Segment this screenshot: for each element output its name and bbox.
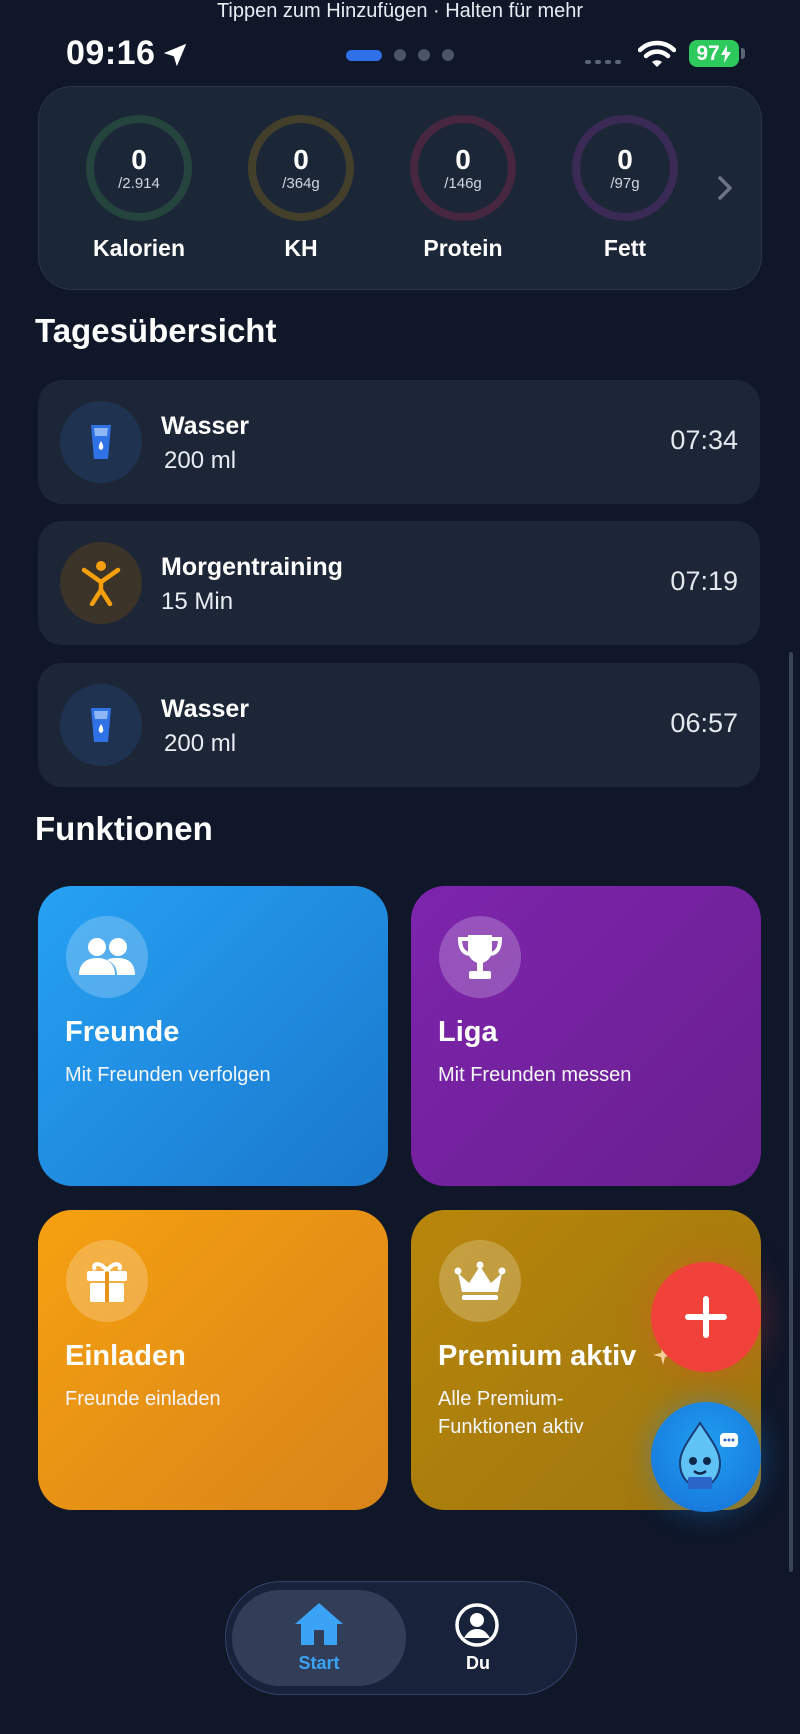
protein-ring: 0 /146g	[410, 115, 516, 221]
tile-title: Premium aktiv	[438, 1340, 637, 1372]
water-drop-mascot-icon	[678, 1421, 738, 1489]
tab-label: Du	[466, 1653, 490, 1673]
plus-icon	[685, 1296, 727, 1338]
entry-title: Wasser	[161, 695, 250, 723]
tile-subtitle: Mit Freunden messen	[438, 1064, 632, 1086]
battery-tip	[741, 48, 745, 59]
water-glass-icon	[60, 684, 142, 766]
hint-text: Tippen zum Hinzufügen · Halten für mehr	[216, 0, 584, 22]
charging-bolt-icon	[720, 44, 731, 63]
tile-subtitle: Alle Premium- Funktionen aktiv	[438, 1385, 584, 1441]
entry-subtitle: 200 ml	[164, 447, 237, 474]
person-exercise-icon	[60, 542, 142, 624]
trophy-icon	[439, 916, 521, 998]
tile-title: Einladen	[65, 1340, 186, 1372]
tile-subtitle-line: Funktionen aktiv	[438, 1416, 584, 1438]
fat-goal: /97g	[610, 174, 640, 192]
entry-title: Wasser	[161, 412, 250, 440]
tile-subtitle: Mit Freunden verfolgen	[65, 1064, 271, 1086]
invite-tile[interactable]: Einladen Freunde einladen	[38, 1210, 388, 1510]
overview-entry[interactable]: Wasser 200 ml 06:57	[38, 663, 760, 787]
friends-icon	[66, 916, 148, 998]
entry-title: Morgentraining	[161, 553, 343, 581]
carbs-label: KH	[284, 235, 318, 261]
scrollbar[interactable]	[789, 652, 793, 1572]
calories-ring: 0 /2.914	[86, 115, 192, 221]
overview-entry[interactable]: Wasser 200 ml 07:34	[38, 380, 760, 504]
tab-du[interactable]: Du	[406, 1590, 550, 1686]
page-dot-active	[346, 49, 382, 61]
calories-goal: /2.914	[118, 174, 160, 192]
fat-label: Fett	[603, 235, 647, 261]
battery-indicator: 97	[689, 40, 739, 67]
tile-title: Liga	[438, 1016, 498, 1048]
location-arrow-icon	[163, 43, 187, 67]
profile-icon	[455, 1603, 499, 1647]
calories-value: 0	[131, 143, 147, 175]
entry-time: 06:57	[670, 708, 738, 738]
tile-subtitle: Freunde einladen	[65, 1388, 221, 1410]
assistant-button[interactable]	[651, 1402, 761, 1512]
tile-title: Freunde	[65, 1016, 180, 1048]
page-dot	[442, 49, 454, 61]
crown-icon	[439, 1240, 521, 1322]
home-icon	[295, 1603, 343, 1645]
protein-goal: /146g	[444, 174, 482, 192]
friends-tile[interactable]: Freunde Mit Freunden verfolgen	[38, 886, 388, 1186]
page-indicator[interactable]	[346, 49, 454, 61]
add-entry-button[interactable]	[651, 1262, 761, 1372]
cellular-signal-icon	[585, 60, 621, 64]
entry-time: 07:34	[670, 425, 738, 455]
tile-subtitle-line: Alle Premium-	[438, 1388, 564, 1410]
protein-value: 0	[455, 143, 471, 175]
features-heading: Funktionen	[35, 810, 213, 847]
overview-entry[interactable]: Morgentraining 15 Min 07:19	[38, 521, 760, 645]
fat-value: 0	[617, 143, 633, 175]
page-dot	[418, 49, 430, 61]
fat-ring: 0 /97g	[572, 115, 678, 221]
league-tile[interactable]: Liga Mit Freunden messen	[411, 886, 761, 1186]
water-glass-icon	[60, 401, 142, 483]
protein-label: Protein	[423, 235, 503, 261]
entry-subtitle: 200 ml	[164, 730, 237, 757]
wifi-icon	[638, 40, 676, 67]
tab-label: Start	[298, 1653, 340, 1673]
gift-icon	[66, 1240, 148, 1322]
entry-subtitle: 15 Min	[161, 588, 234, 615]
battery-level: 97	[696, 41, 720, 65]
chevron-right-icon[interactable]	[714, 174, 736, 202]
carbs-ring: 0 /364g	[248, 115, 354, 221]
tab-start[interactable]: Start	[232, 1590, 406, 1686]
overview-heading: Tagesübersicht	[35, 312, 277, 349]
page-dot	[394, 49, 406, 61]
calories-label: Kalorien	[92, 235, 186, 261]
carbs-value: 0	[293, 143, 309, 175]
status-time: 09:16	[66, 34, 156, 72]
entry-time: 07:19	[670, 566, 738, 596]
carbs-goal: /364g	[282, 174, 320, 192]
